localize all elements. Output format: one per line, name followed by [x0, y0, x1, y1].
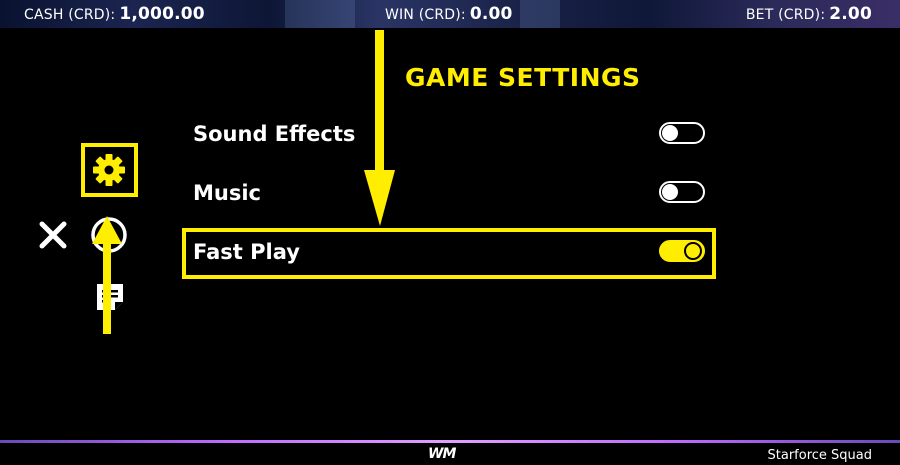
setting-row-music: Music	[193, 175, 705, 215]
fast-play-label: Fast Play	[193, 240, 300, 264]
bet-display: BET (CRD): 2.00	[746, 4, 872, 24]
setting-row-sound-effects: Sound Effects	[193, 116, 705, 156]
paytable-button[interactable]	[93, 280, 127, 314]
sound-effects-toggle[interactable]	[659, 122, 705, 144]
settings-button[interactable]	[88, 150, 130, 190]
music-toggle[interactable]	[659, 181, 705, 203]
close-button[interactable]	[37, 219, 69, 251]
music-label: Music	[193, 181, 261, 205]
win-value: 0.00	[469, 4, 513, 24]
bet-label: BET (CRD):	[745, 7, 826, 23]
win-display: WIN (CRD): 0.00	[385, 4, 513, 24]
game-screen: CASH (CRD): 1,000.00 WIN (CRD): 0.00 BET (…	[0, 0, 900, 465]
close-icon	[39, 221, 67, 249]
top-status-bar: CASH (CRD): 1,000.00 WIN (CRD): 0.00 BET (…	[0, 0, 900, 28]
fast-play-toggle[interactable]	[659, 240, 705, 262]
info-icon	[91, 217, 127, 253]
bet-value: 2.00	[829, 4, 872, 24]
gear-icon	[93, 154, 125, 186]
win-label: WIN (CRD):	[385, 7, 466, 23]
info-button[interactable]	[90, 216, 128, 254]
game-settings-title: GAME SETTINGS	[405, 63, 641, 92]
toggle-knob	[662, 184, 678, 200]
paytable-icon	[97, 284, 123, 310]
setting-row-fast-play: Fast Play	[193, 234, 705, 274]
cash-display: CASH (CRD): 1,000.00	[24, 4, 205, 24]
toggle-knob	[684, 242, 702, 260]
toggle-knob	[662, 125, 678, 141]
cash-label: CASH (CRD):	[24, 7, 116, 23]
game-name: Starforce Squad	[767, 448, 873, 463]
cash-value: 1,000.00	[119, 4, 205, 24]
sound-effects-label: Sound Effects	[193, 122, 356, 146]
provider-logo: WM	[428, 446, 456, 462]
